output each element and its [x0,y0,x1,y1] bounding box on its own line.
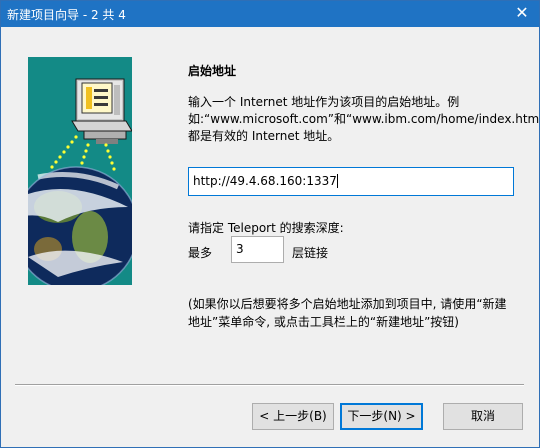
page-description: 输入一个 Internet 地址作为该项目的启始地址。例如:“www.micro… [188,95,540,143]
depth-unit-label: 层链接 [292,246,329,260]
start-address-value: http://49.4.68.160:1337 [193,174,337,188]
search-depth-label: 请指定 Teleport 的搜索深度: [188,221,344,235]
next-button[interactable]: 下一步(N) > [340,403,423,430]
divider [15,384,524,386]
search-depth-input[interactable]: 3 [231,236,284,263]
wizard-illustration [28,57,132,285]
close-icon[interactable]: ✕ [513,4,531,22]
window-title: 新建项目向导 - 2 共 4 [7,8,126,22]
wizard-window: 新建项目向导 - 2 共 4 ✕ 启始地址 输入一个 Internet 地址作为… [0,0,540,448]
max-label: 最多 [188,246,213,260]
start-address-input[interactable]: http://49.4.68.160:1337 [188,167,514,196]
cancel-button[interactable]: 取消 [443,403,523,430]
back-button[interactable]: < 上一步(B) [252,403,334,430]
earth-globe-icon [28,166,132,285]
page-heading: 启始地址 [188,64,237,78]
computer-icon [71,78,132,144]
title-bar[interactable]: 新建项目向导 - 2 共 4 ✕ [1,1,539,27]
hint-note: (如果你以后想要将多个启始地址添加到项目中, 请使用“新建地址”菜单命令, 或点… [188,297,507,329]
text-caret [336,174,338,188]
